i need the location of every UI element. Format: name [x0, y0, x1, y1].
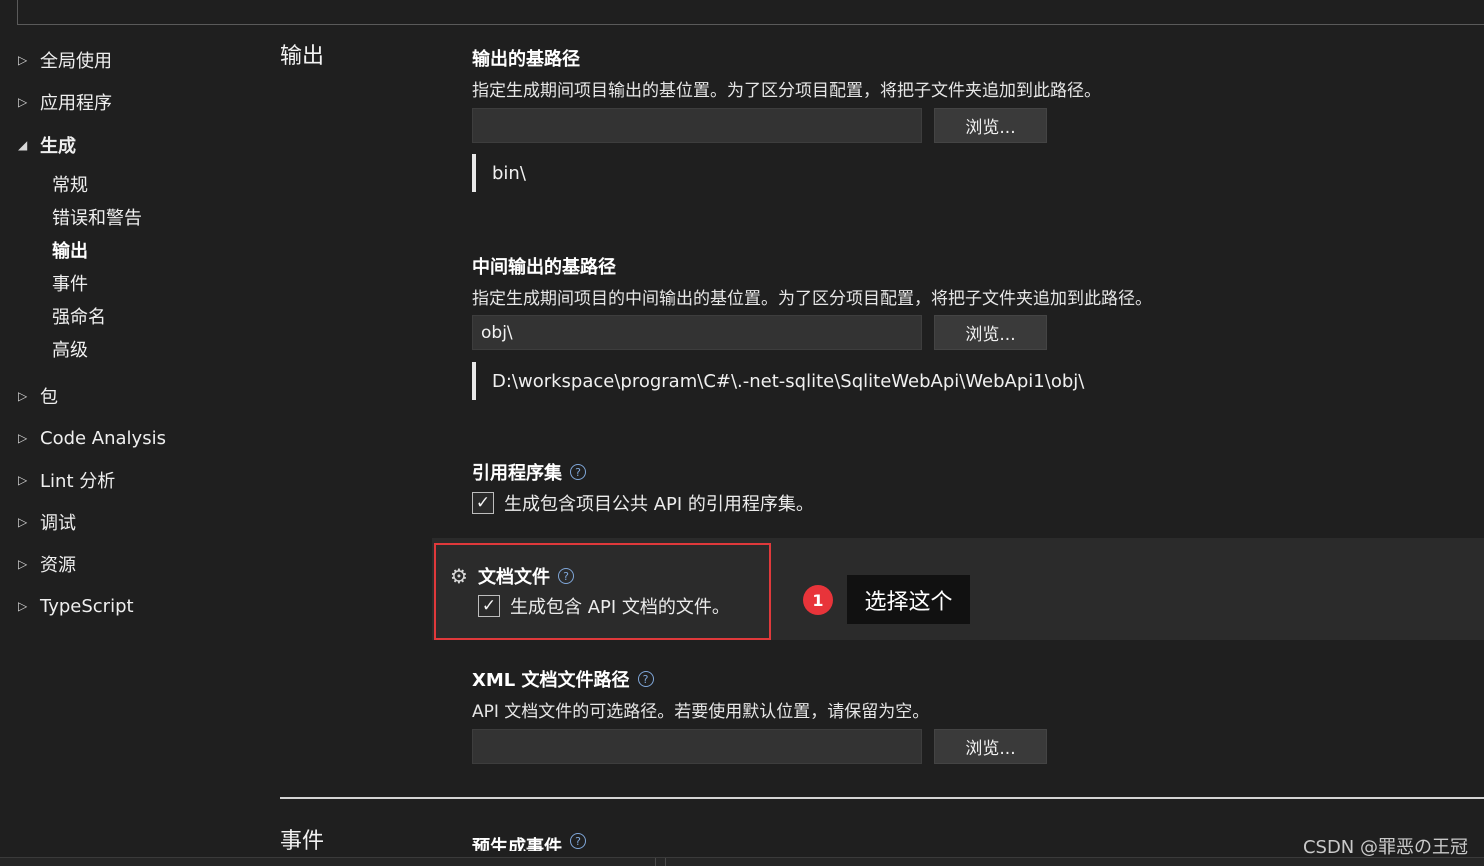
sidebar-item-global[interactable]: ▷ 全局使用 — [0, 45, 112, 75]
reference-assembly-checkbox-label: 生成包含项目公共 API 的引用程序集。 — [504, 494, 814, 515]
base-output-input[interactable] — [472, 108, 922, 143]
caret-down-icon: ◢ — [18, 138, 28, 152]
watermark: CSDN @罪恶の王冠 — [1302, 837, 1468, 858]
sidebar-item-build[interactable]: ◢ 生成 — [0, 130, 76, 160]
caret-right-icon: ▷ — [18, 431, 28, 445]
base-output-description: 指定生成期间项目输出的基位置。为了区分项目配置，将把子文件夹追加到此路径。 — [472, 81, 1101, 101]
caret-right-icon: ▷ — [18, 557, 28, 571]
sidebar-subitem-errors-warnings[interactable]: 错误和警告 — [52, 204, 142, 230]
section-title-events: 事件 — [280, 829, 325, 854]
prebuild-event-title: 预生成事件 — [472, 837, 562, 851]
sidebar-subitem-general[interactable]: 常规 — [52, 171, 88, 197]
xml-doc-path-browse-button[interactable]: 浏览... — [934, 729, 1047, 764]
sidebar-item-label: 应用程序 — [40, 93, 112, 114]
section-divider — [280, 797, 1484, 799]
base-output-evaluated-value: bin\ — [492, 162, 526, 184]
xml-doc-path-input[interactable] — [472, 729, 922, 764]
sidebar-item-label: Code Analysis — [40, 427, 166, 449]
sidebar-item-application[interactable]: ▷ 应用程序 — [0, 87, 112, 117]
intermediate-output-evaluated: D:\workspace\program\C#\.-net-sqlite\Sql… — [472, 362, 1084, 400]
sidebar-subitem-advanced[interactable]: 高级 — [52, 336, 88, 362]
sidebar-item-label: 包 — [40, 387, 58, 408]
help-circle-icon[interactable]: ? — [570, 464, 586, 480]
base-output-browse-button[interactable]: 浏览... — [934, 108, 1047, 143]
sidebar-subitem-output[interactable]: 输出 — [52, 237, 88, 263]
sidebar-item-lint[interactable]: ▷ Lint 分析 — [0, 465, 115, 495]
sidebar-item-package[interactable]: ▷ 包 — [0, 381, 58, 411]
prebuild-event-header: 预生成事件 ? — [472, 833, 586, 851]
reference-assembly-header: 引用程序集 ? — [472, 459, 586, 485]
reference-assembly-checkbox-row[interactable]: ✓ 生成包含项目公共 API 的引用程序集。 — [472, 490, 814, 516]
help-circle-icon[interactable]: ? — [570, 833, 586, 849]
reference-assembly-checkbox[interactable]: ✓ — [472, 492, 494, 514]
caret-right-icon: ▷ — [18, 599, 28, 613]
help-circle-icon[interactable]: ? — [637, 671, 654, 687]
intermediate-output-title: 中间输出的基路径 — [472, 257, 616, 278]
section-title-output: 输出 — [280, 44, 325, 69]
xml-doc-path-title: XML 文档文件路径 — [472, 670, 630, 691]
sidebar-item-label: 生成 — [40, 136, 76, 157]
intermediate-output-evaluated-value: D:\workspace\program\C#\.-net-sqlite\Sql… — [492, 370, 1085, 392]
caret-right-icon: ▷ — [18, 473, 28, 487]
xml-doc-path-header: XML 文档文件路径 ? — [472, 666, 654, 692]
annotation-red-frame — [434, 543, 771, 640]
annotation-step-badge: 1 — [803, 585, 833, 615]
sidebar-item-label: 调试 — [40, 513, 76, 534]
caret-right-icon: ▷ — [18, 389, 28, 403]
sidebar-subitem-strong-name[interactable]: 强命名 — [52, 303, 106, 329]
sidebar-item-typescript[interactable]: ▷ TypeScript — [0, 591, 134, 621]
base-output-evaluated: bin\ — [472, 154, 526, 192]
annotation-tooltip: 选择这个 — [847, 575, 970, 624]
caret-right-icon: ▷ — [18, 53, 28, 67]
base-output-title: 输出的基路径 — [472, 49, 580, 70]
sidebar-item-resources[interactable]: ▷ 资源 — [0, 549, 76, 579]
sidebar-item-label: Lint 分析 — [40, 471, 116, 492]
sidebar-subitem-events[interactable]: 事件 — [52, 270, 88, 296]
search-box-frame[interactable] — [17, 0, 1484, 25]
xml-doc-path-description: API 文档文件的可选路径。若要使用默认位置，请保留为空。 — [472, 702, 930, 722]
intermediate-output-input[interactable] — [472, 315, 922, 350]
check-icon: ✓ — [475, 493, 491, 513]
intermediate-output-browse-button[interactable]: 浏览... — [934, 315, 1047, 350]
reference-assembly-title: 引用程序集 — [472, 463, 562, 484]
caret-right-icon: ▷ — [18, 515, 28, 529]
sidebar-item-label: 资源 — [40, 555, 76, 576]
sidebar-item-debug[interactable]: ▷ 调试 — [0, 507, 76, 537]
caret-right-icon: ▷ — [18, 95, 28, 109]
intermediate-output-description: 指定生成期间项目的中间输出的基位置。为了区分项目配置，将把子文件夹追加到此路径。 — [472, 289, 1152, 309]
sidebar-item-label: 全局使用 — [40, 51, 112, 72]
sidebar-item-label: TypeScript — [40, 595, 134, 617]
sidebar-item-code-analysis[interactable]: ▷ Code Analysis — [0, 423, 166, 453]
